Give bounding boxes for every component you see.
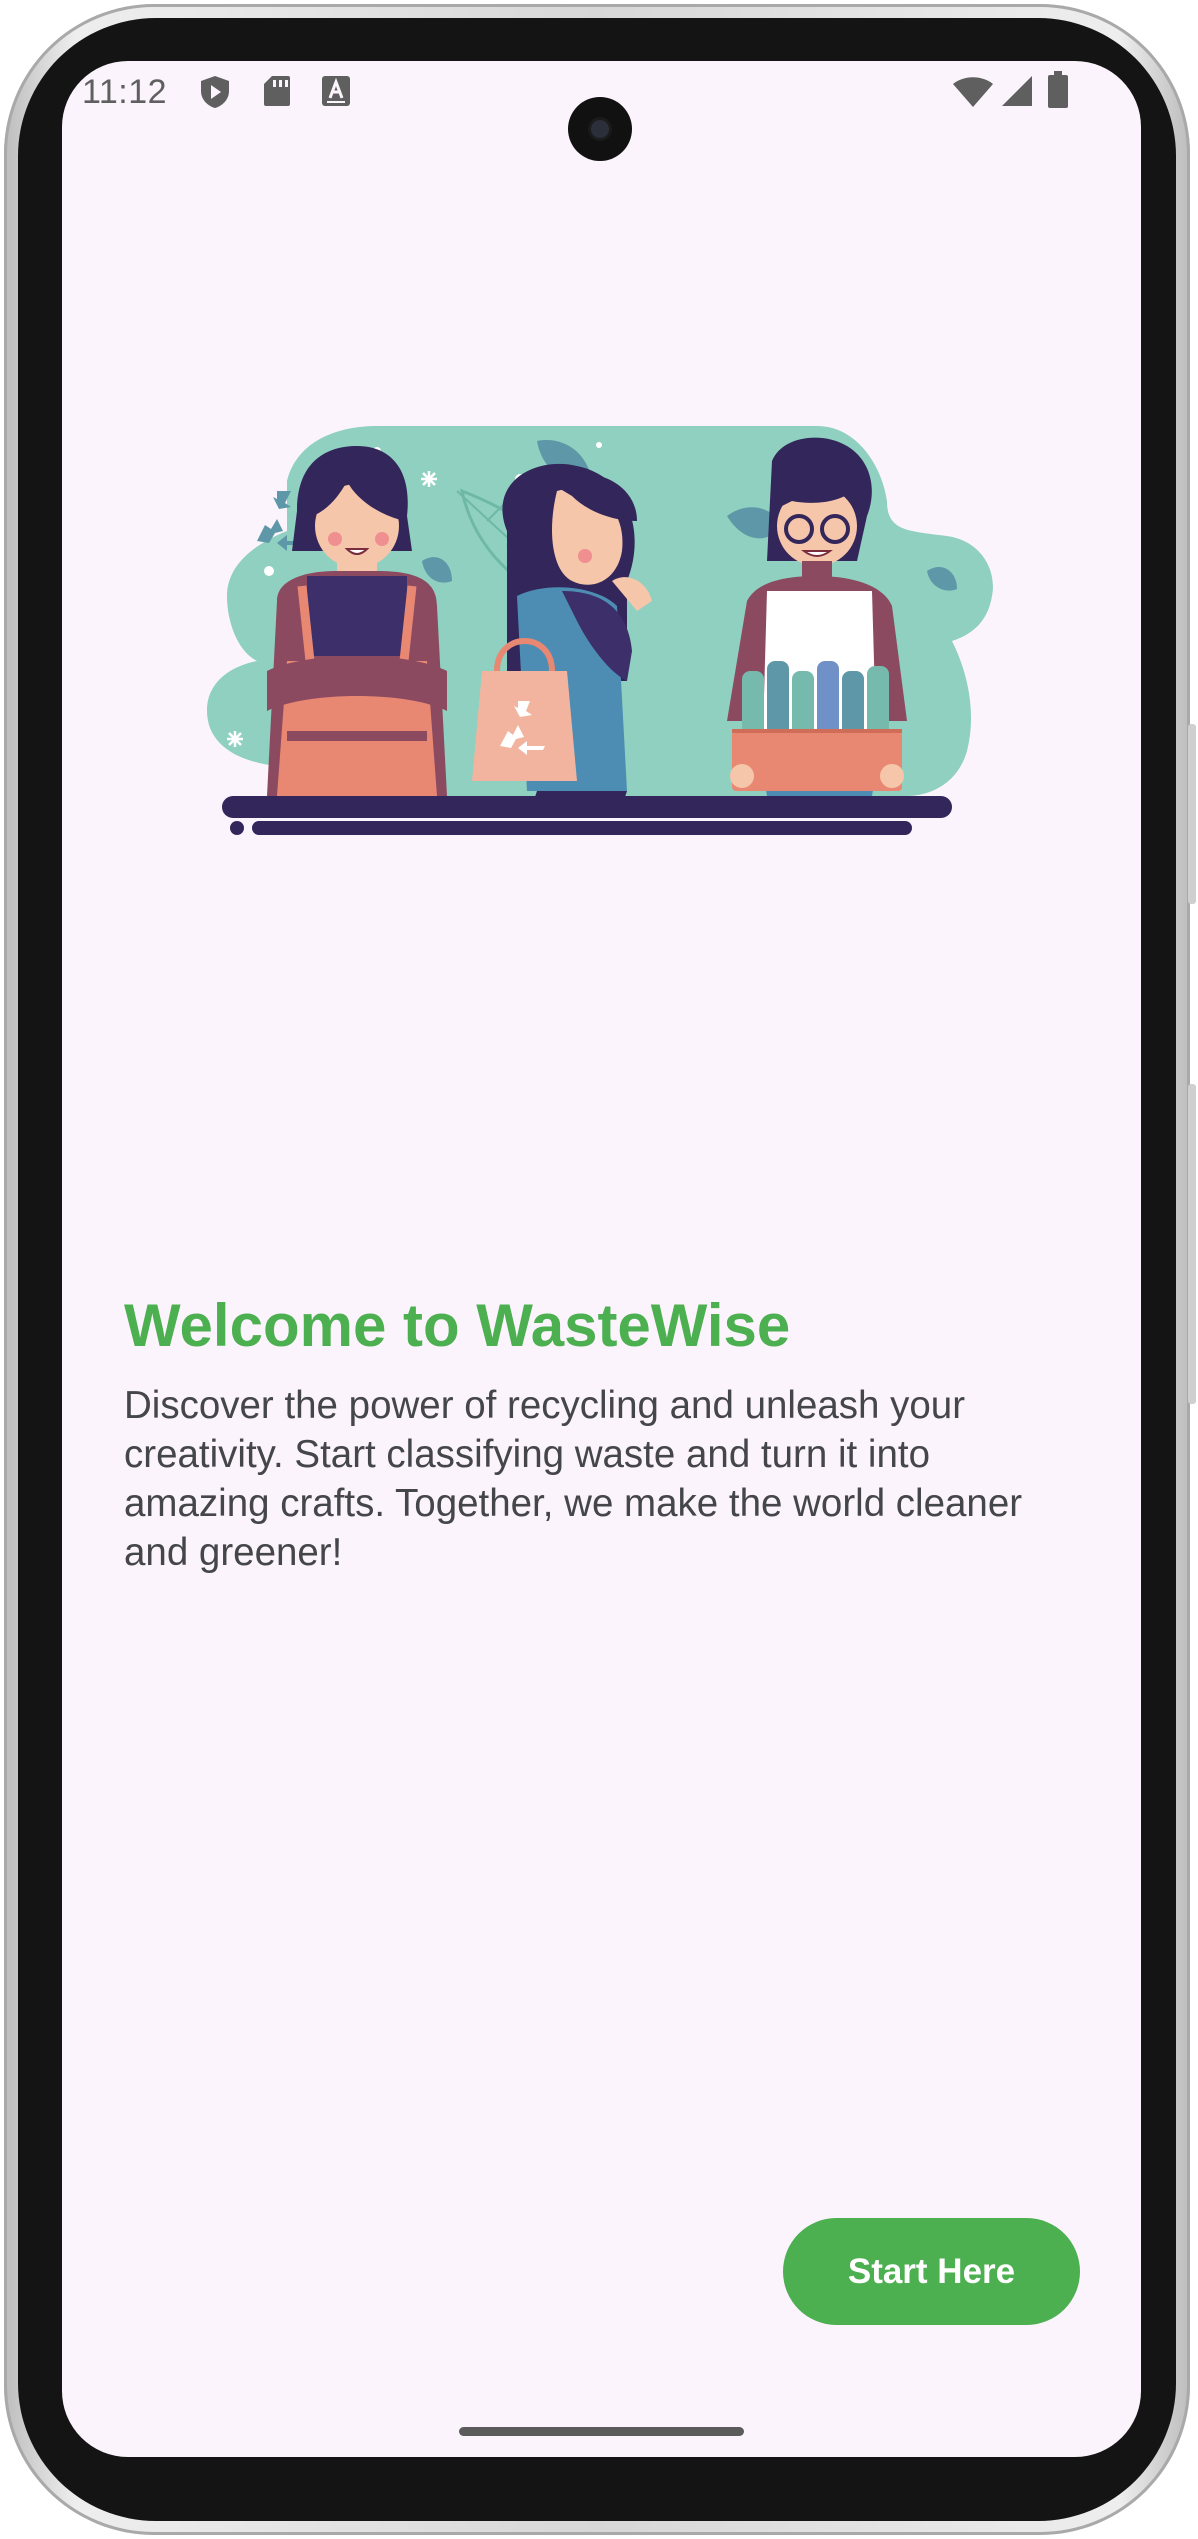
app-screen: 11:12 Welcome to WasteWise Discover the … [62,61,1141,2457]
battery-icon [1047,71,1069,114]
volume-button [1188,1084,1196,1404]
welcome-title: Welcome to WasteWise [124,1292,791,1359]
sd-card-icon [263,75,291,112]
shield-play-icon [199,75,231,114]
power-button [1188,724,1196,904]
home-indicator[interactable] [459,2427,744,2436]
keyboard-a-icon [321,75,351,112]
cell-signal-icon [1001,75,1033,112]
welcome-description: Discover the power of recycling and unle… [124,1384,1023,1574]
wifi-icon [953,77,993,112]
people-recycling-illustration [207,421,997,1021]
front-camera [568,97,632,161]
phone-frame: 11:12 Welcome to WasteWise Discover the … [4,4,1196,2535]
status-time: 11:12 [82,73,168,111]
start-here-button[interactable]: Start Here [783,2218,1080,2325]
